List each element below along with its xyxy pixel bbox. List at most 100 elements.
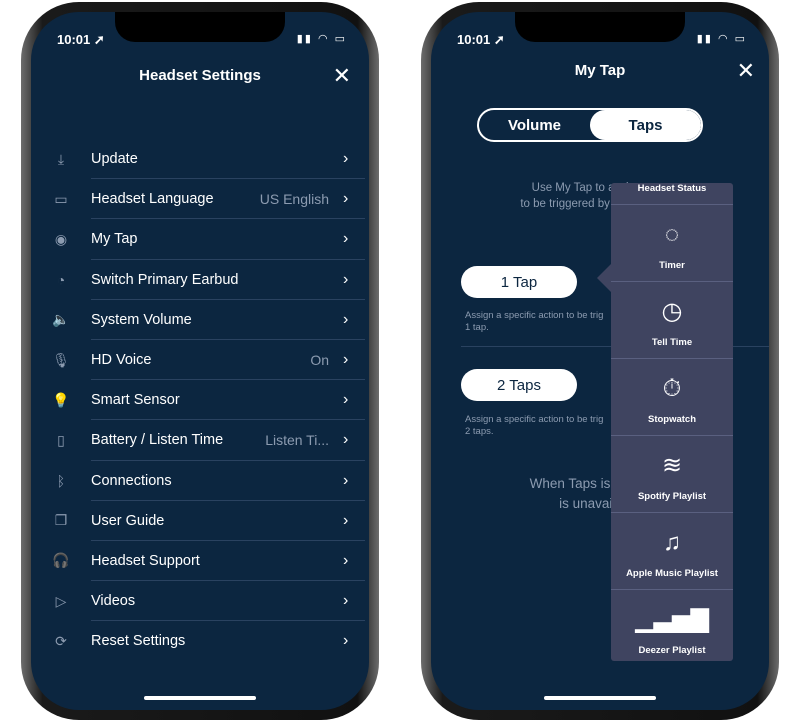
desc-line: 2 taps. bbox=[465, 426, 494, 437]
action-option-apple-music-playlist[interactable]: ♫ Apple Music Playlist bbox=[611, 513, 733, 590]
status-icons: ▮▮ ◠ ▭ bbox=[296, 33, 347, 45]
chevron-right-icon: › bbox=[343, 270, 349, 288]
page-title: Headset Settings bbox=[139, 67, 261, 84]
my-tap-screen: 10:01 ➚ ▮▮ ◠ ▭ My Tap ✕ Volume Taps Use … bbox=[431, 12, 769, 710]
action-icon: ▁▃▅▇ bbox=[635, 606, 709, 633]
action-option-spotify-playlist[interactable]: ≋ Spotify Playlist bbox=[611, 436, 733, 513]
chevron-right-icon: › bbox=[343, 150, 349, 168]
action-icon: ⏱ bbox=[662, 374, 682, 402]
status-time: 10:01 ➚ bbox=[457, 32, 505, 47]
item-icon: ⟳ bbox=[55, 632, 67, 649]
page-title: My Tap bbox=[574, 62, 626, 79]
home-indicator[interactable] bbox=[544, 696, 656, 700]
item-label: Smart Sensor bbox=[91, 392, 180, 409]
settings-item-connections[interactable]: ᛒ Connections › bbox=[31, 461, 369, 501]
segment-taps[interactable]: Taps bbox=[590, 110, 701, 140]
item-value: Listen Ti... bbox=[265, 432, 329, 449]
chevron-right-icon: › bbox=[343, 391, 349, 409]
chevron-right-icon: › bbox=[343, 230, 349, 248]
home-indicator[interactable] bbox=[144, 696, 256, 700]
item-icon: ▯ bbox=[57, 431, 65, 448]
item-icon: ◉ bbox=[54, 230, 68, 247]
settings-item-reset-settings[interactable]: ⟳ Reset Settings › bbox=[31, 621, 369, 661]
close-icon[interactable]: ✕ bbox=[333, 63, 351, 89]
settings-list: ⤓ Update › ▭ Headset Language US English › ◉ My … bbox=[31, 139, 369, 661]
mode-segmented-control: Volume Taps bbox=[477, 108, 703, 142]
action-option-timer[interactable]: ◌ Timer bbox=[611, 205, 733, 282]
status-icons: ▮▮ ◠ ▭ bbox=[696, 33, 747, 45]
action-label: Deezer Playlist bbox=[638, 645, 706, 656]
settings-item-smart-sensor[interactable]: 💡 Smart Sensor › bbox=[31, 380, 369, 421]
phone-left: 10:01 ➚ ▮▮ ◠ ▭ Headset Settings ✕ ⤓ Updat… bbox=[21, 2, 379, 720]
item-label: User Guide bbox=[91, 512, 165, 529]
item-label: HD Voice bbox=[91, 352, 152, 369]
item-label: Videos bbox=[91, 593, 136, 610]
item-label: Connections bbox=[91, 472, 172, 489]
item-label: My Tap bbox=[91, 231, 138, 248]
headset-status-option[interactable]: Headset Status bbox=[611, 183, 733, 205]
desc-line: 1 tap. bbox=[465, 322, 489, 333]
action-icon: ≋ bbox=[661, 451, 683, 479]
popup-arrow bbox=[597, 264, 611, 292]
notch bbox=[515, 12, 685, 42]
item-icon: ▭ bbox=[54, 190, 68, 207]
item-icon: 🎙 bbox=[52, 351, 70, 368]
notch bbox=[115, 12, 285, 42]
settings-item-headset-support[interactable]: 🎧 Headset Support › bbox=[31, 541, 369, 582]
close-icon[interactable]: ✕ bbox=[737, 58, 755, 84]
settings-item-hd-voice[interactable]: 🎙 HD Voice On › bbox=[31, 340, 369, 381]
item-label: Reset Settings bbox=[91, 633, 186, 650]
settings-item-my-tap[interactable]: ◉ My Tap › bbox=[31, 219, 369, 260]
action-option-tell-time[interactable]: ◷ Tell Time bbox=[611, 282, 733, 359]
action-option-deezer-playlist[interactable]: ▁▃▅▇ Deezer Playlist bbox=[611, 590, 733, 667]
settings-item-switch-primary-earbud[interactable]: ◔ Switch Primary Earbud › bbox=[31, 260, 369, 300]
chevron-right-icon: › bbox=[343, 351, 349, 369]
item-icon: ◔ bbox=[56, 271, 66, 288]
chevron-right-icon: › bbox=[343, 592, 349, 610]
item-label: Headset Language bbox=[91, 191, 214, 208]
desc-line: Assign a specific action to be trig bbox=[465, 310, 604, 321]
item-icon: ᛒ bbox=[56, 472, 66, 489]
action-option-stopwatch[interactable]: ⏱ Stopwatch bbox=[611, 359, 733, 436]
action-label: Stopwatch bbox=[647, 413, 697, 425]
item-icon: ❐ bbox=[54, 512, 68, 529]
settings-item-update[interactable]: ⤓ Update › bbox=[31, 139, 369, 180]
item-label: Switch Primary Earbud bbox=[91, 271, 239, 288]
status-time: 10:01 ➚ bbox=[57, 32, 105, 47]
item-value: On bbox=[310, 352, 329, 369]
two-taps-description: Assign a specific action to be trig 2 tap… bbox=[465, 414, 625, 438]
action-icon: ◷ bbox=[661, 297, 683, 325]
chevron-right-icon: › bbox=[343, 551, 349, 569]
chevron-right-icon: › bbox=[343, 190, 349, 208]
phone-right: 10:01 ➚ ▮▮ ◠ ▭ My Tap ✕ Volume Taps Use … bbox=[421, 2, 779, 720]
action-picker-popup: Headset Status ◌ Timer ◷ Tell Time ⏱ Stopwatc… bbox=[611, 183, 733, 661]
chevron-right-icon: › bbox=[343, 471, 349, 489]
one-tap-button[interactable]: 1 Tap bbox=[461, 266, 577, 298]
item-label: System Volume bbox=[91, 311, 192, 328]
chevron-right-icon: › bbox=[343, 431, 349, 449]
segment-volume[interactable]: Volume bbox=[479, 110, 590, 140]
settings-item-battery-listen-time[interactable]: ▯ Battery / Listen Time Listen Ti... › bbox=[31, 420, 369, 461]
item-label: Battery / Listen Time bbox=[91, 432, 224, 449]
item-icon: 💡 bbox=[52, 391, 70, 408]
item-icon: ⤓ bbox=[57, 150, 65, 167]
item-label: Update bbox=[91, 151, 138, 168]
settings-item-system-volume[interactable]: 🔈 System Volume › bbox=[31, 300, 369, 341]
action-icon: ♫ bbox=[663, 528, 681, 556]
action-label: Apple Music Playlist bbox=[626, 567, 718, 579]
item-icon: 🎧 bbox=[52, 552, 70, 569]
chevron-right-icon: › bbox=[343, 632, 349, 650]
chevron-right-icon: › bbox=[343, 310, 349, 328]
two-taps-button[interactable]: 2 Taps bbox=[461, 369, 577, 401]
chevron-right-icon: › bbox=[343, 511, 349, 529]
item-value: US English bbox=[259, 191, 329, 208]
settings-item-headset-language[interactable]: ▭ Headset Language US English › bbox=[31, 179, 369, 220]
settings-item-videos[interactable]: ▷ Videos › bbox=[31, 581, 369, 622]
item-label: Headset Support bbox=[91, 552, 200, 569]
settings-item-user-guide[interactable]: ❐ User Guide › bbox=[31, 501, 369, 542]
desc-line: Assign a specific action to be trig bbox=[465, 414, 604, 425]
action-label: Timer bbox=[659, 259, 685, 271]
one-tap-description: Assign a specific action to be trig 1 tap… bbox=[465, 310, 625, 334]
item-icon: ▷ bbox=[55, 592, 67, 609]
item-icon: 🔈 bbox=[52, 311, 70, 328]
